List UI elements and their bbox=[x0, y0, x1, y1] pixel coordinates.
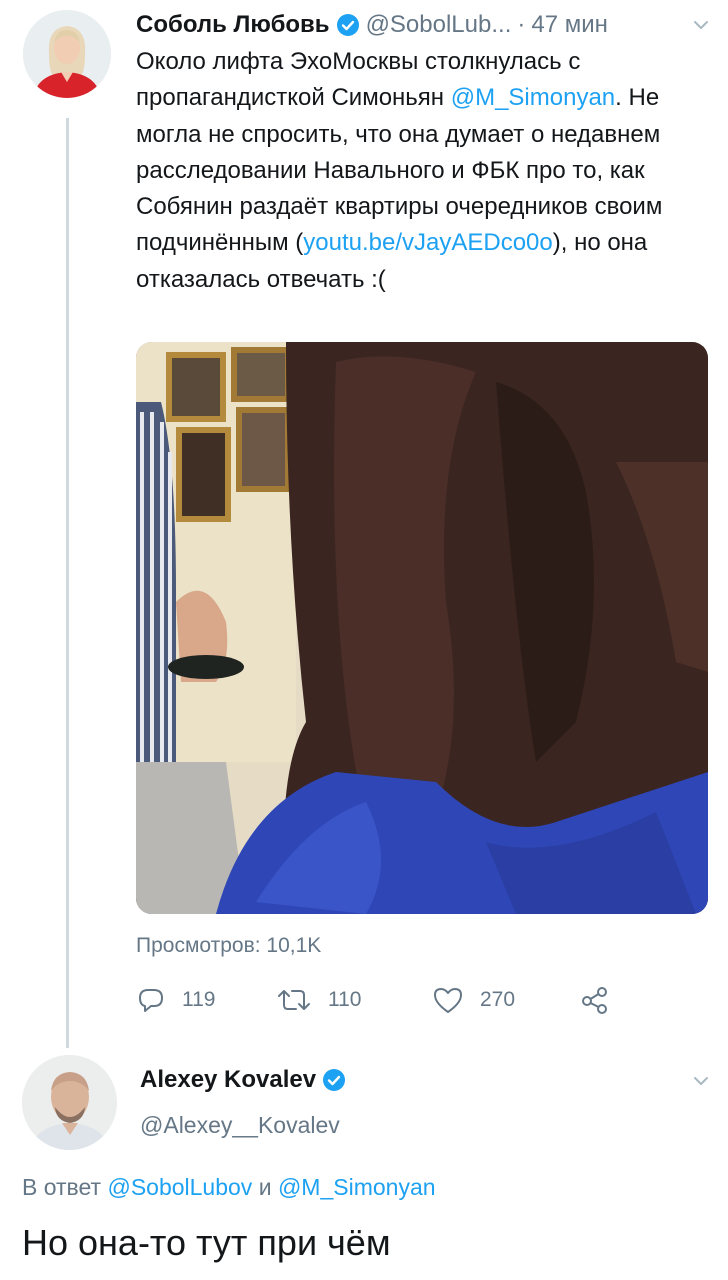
verified-badge-icon bbox=[336, 14, 359, 36]
tweet2-handle[interactable]: @Alexey__Kovalev bbox=[140, 1112, 340, 1139]
tweet1-video-frame bbox=[136, 342, 708, 914]
tweet2-chevron-down-icon[interactable] bbox=[690, 1070, 712, 1092]
reply-conjunction: и bbox=[252, 1174, 278, 1200]
share-button[interactable] bbox=[580, 980, 626, 1020]
tweet1-video[interactable] bbox=[136, 342, 708, 914]
avatar-sobol[interactable] bbox=[23, 10, 111, 98]
avatar-sobol-image bbox=[23, 10, 111, 98]
reply-button[interactable]: 119 bbox=[136, 980, 215, 1020]
tweet1-view-count: Просмотров: 10,1K bbox=[136, 934, 322, 957]
heart-icon bbox=[434, 988, 462, 1013]
tweet1-body: Около лифта ЭхоМосквы столкнулась с проп… bbox=[136, 44, 711, 298]
retweet-button[interactable]: 110 bbox=[276, 980, 361, 1020]
tweet1-action-bar: 119 110 270 bbox=[136, 980, 656, 1020]
tweet1-chevron-down-icon[interactable] bbox=[690, 14, 712, 36]
tweet1-author-name[interactable]: Соболь Любовь bbox=[136, 11, 330, 39]
reply-count: 119 bbox=[182, 988, 216, 1011]
tweet1-mention-link[interactable]: @M_Simonyan bbox=[451, 84, 615, 111]
tweet1-separator: · bbox=[517, 11, 526, 38]
reply-icon bbox=[139, 989, 163, 1012]
tweet2-author: Alexey Kovalev bbox=[140, 1066, 352, 1094]
reply-prefix: В ответ bbox=[22, 1174, 108, 1200]
like-count: 270 bbox=[480, 988, 516, 1011]
share-icon bbox=[582, 987, 607, 1014]
retweet-icon bbox=[278, 990, 310, 1010]
verified-badge-icon bbox=[323, 1069, 346, 1091]
tweet1-header: Соболь Любовь @SobolLub... · 47 мин bbox=[136, 8, 716, 42]
thread-connector-line bbox=[66, 118, 69, 1048]
tweet1-timestamp[interactable]: 47 мин bbox=[531, 11, 608, 39]
reply-to-sobol-link[interactable]: @SobolLubov bbox=[107, 1174, 252, 1200]
avatar-kovalev-image bbox=[22, 1055, 117, 1150]
tweet2-reply-context: В ответ @SobolLubov и @M_Simonyan bbox=[22, 1174, 436, 1201]
retweet-count: 110 bbox=[328, 988, 362, 1011]
tweet2-body: Но она-то тут при чём bbox=[22, 1222, 391, 1263]
avatar-kovalev[interactable] bbox=[22, 1055, 117, 1150]
reply-to-simonyan-link[interactable]: @M_Simonyan bbox=[278, 1174, 436, 1200]
like-button[interactable]: 270 bbox=[432, 980, 515, 1020]
tweet1-url-link[interactable]: youtu.be/vJayAEDco0o bbox=[303, 229, 552, 256]
tweet2-author-name[interactable]: Alexey Kovalev bbox=[140, 1066, 316, 1094]
tweet1-handle[interactable]: @SobolLub... bbox=[366, 11, 512, 39]
